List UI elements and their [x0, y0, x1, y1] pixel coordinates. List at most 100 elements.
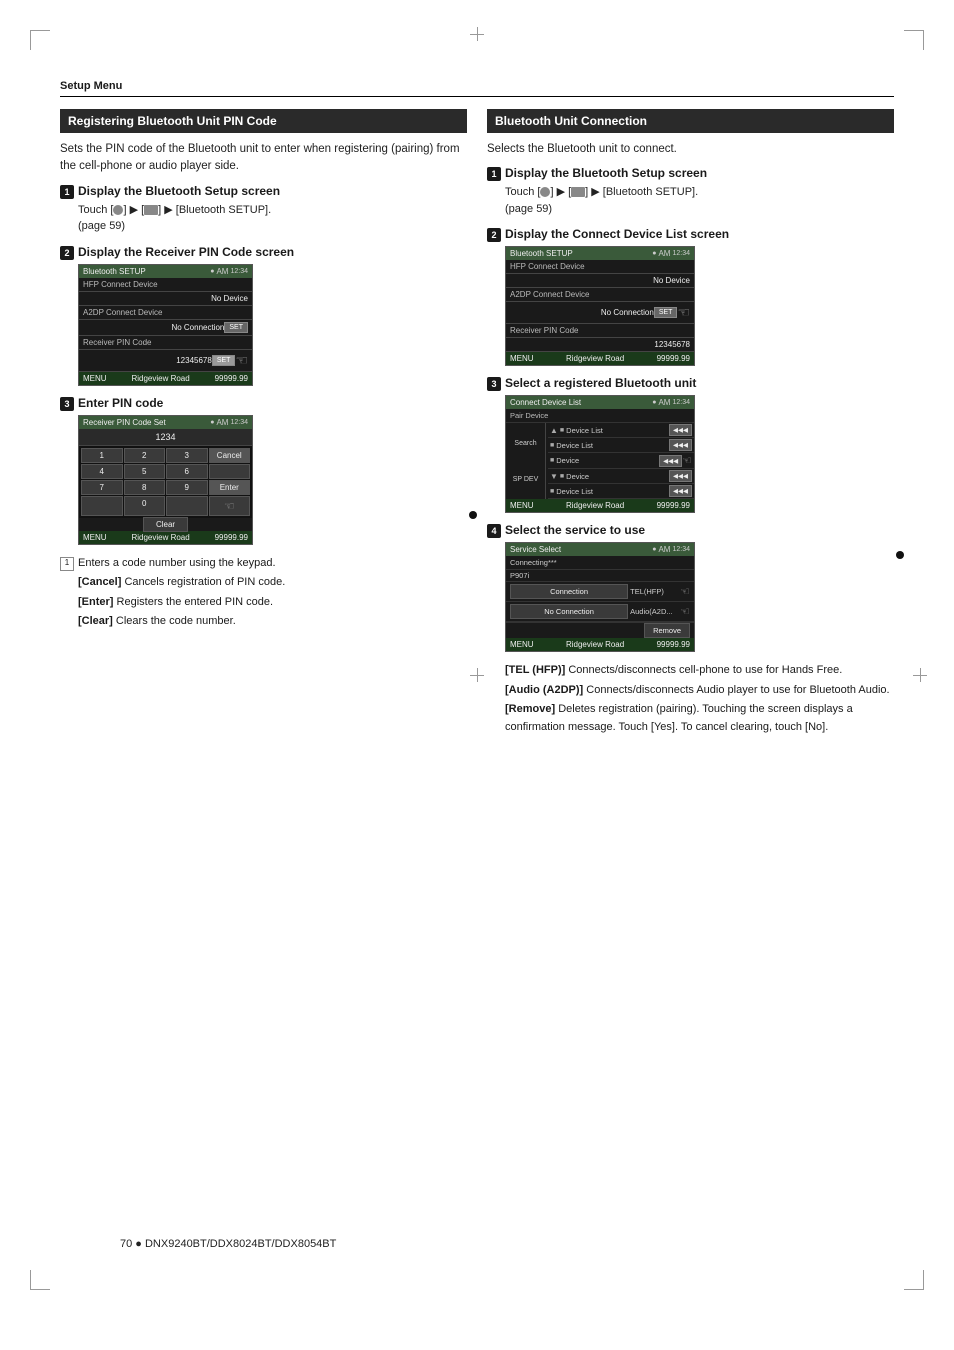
device-btn-2[interactable]: ◀◀◀	[669, 439, 692, 451]
road-label: Ridgeview Road	[131, 374, 189, 383]
svc-connection-row: Connection TEL(HFP) ☜	[506, 582, 694, 602]
note-enter-text: Registers the entered PIN code.	[117, 596, 274, 608]
cross-mark-right	[913, 668, 927, 682]
key-0[interactable]: 0	[124, 496, 166, 516]
r-a2dp-value-row: No Connection SET ☜	[506, 302, 694, 324]
key-9[interactable]: 9	[166, 480, 208, 495]
right-step-3: 3 Select a registered Bluetooth unit Con…	[487, 376, 894, 513]
step-num-2: 2	[60, 246, 74, 260]
left-step-1-body: Touch [] ▶ [] ▶ [Bluetooth SETUP].(page …	[60, 202, 467, 235]
right-step-1-title: Display the Bluetooth Setup screen	[505, 166, 707, 180]
cross-mark-top	[470, 27, 484, 41]
enter-key[interactable]: Enter	[209, 480, 251, 495]
sp-dev-label[interactable]: SP DEV	[508, 474, 543, 485]
mileage-label: 99999.99	[215, 374, 248, 383]
note-icon-1: 1	[60, 557, 74, 571]
key-empty-4: ☜	[209, 496, 251, 516]
note-audio-text: Connects/disconnects Audio player to use…	[586, 684, 889, 696]
pair-device-label: Pair Device	[506, 409, 694, 423]
key-empty-3	[166, 496, 208, 516]
cdl-status: ●AM12:34	[652, 398, 690, 407]
device-row-1: ▲ ■ Device List ◀◀◀	[548, 423, 694, 438]
audio-a2dp-label: Audio(A2D...	[630, 607, 680, 616]
device-btn-1[interactable]: ◀◀◀	[669, 424, 692, 436]
right-section-desc: Selects the Bluetooth unit to connect.	[487, 141, 894, 158]
pin-road-label: Ridgeview Road	[131, 533, 189, 542]
key-7[interactable]: 7	[81, 480, 123, 495]
key-6[interactable]: 6	[166, 464, 208, 479]
key-3[interactable]: 3	[166, 448, 208, 463]
pin-menu-label: MENU	[83, 533, 107, 542]
hand-cursor-r: ☜	[677, 304, 690, 321]
r-bt-screen-bottom: MENU Ridgeview Road 99999.99	[506, 352, 694, 365]
right-step-2: 2 Display the Connect Device List screen…	[487, 227, 894, 366]
connection-button[interactable]: Connection	[510, 584, 628, 599]
pin-screen-title-bar: Receiver PIN Code Set ●AM12:34	[79, 416, 252, 429]
cdl-screen-bottom: MENU Ridgeview Road 99999.99	[506, 499, 694, 512]
right-column: Bluetooth Unit Connection Selects the Bl…	[487, 109, 894, 739]
device-btn-4[interactable]: ◀◀◀	[669, 470, 692, 482]
pin-status-icons: ●AM12:34	[210, 418, 248, 427]
pin-value-row: 12345678 SET ☜	[79, 350, 252, 372]
right-notes: [TEL (HFP)] Connects/disconnects cell-ph…	[487, 662, 894, 736]
left-notes: 1 Enters a code number using the keypad.…	[60, 555, 467, 631]
note-1: 1 Enters a code number using the keypad.	[60, 555, 467, 573]
set-btn-a2dp[interactable]: SET	[224, 322, 248, 333]
tel-hfp-label: TEL(HFP)	[630, 587, 680, 596]
corner-mark-bl	[30, 1270, 50, 1290]
left-section-desc: Sets the PIN code of the Bluetooth unit …	[60, 141, 467, 176]
note-cancel-text: Cancels registration of PIN code.	[124, 576, 285, 588]
hfp-value-row: No Device	[79, 292, 252, 306]
bt-screen-bottom: MENU Ridgeview Road 99999.99	[79, 372, 252, 385]
key-1[interactable]: 1	[81, 448, 123, 463]
step-num-1: 1	[60, 185, 74, 199]
set-btn-pin[interactable]: SET	[212, 355, 236, 366]
clear-button[interactable]: Clear	[143, 517, 188, 532]
hand-cursor-1: ☜	[235, 352, 248, 369]
device-row-3: ■ Device ◀◀◀ ☜	[548, 453, 694, 469]
left-section-title: Registering Bluetooth Unit PIN Code	[60, 109, 467, 133]
no-connection-button[interactable]: No Connection	[510, 604, 628, 619]
right-step-1-body: Touch [] ▶ [] ▶ [Bluetooth SETUP].(page …	[487, 184, 894, 217]
right-step-num-1: 1	[487, 167, 501, 181]
note-remove-text: Deletes registration (pairing). Touching…	[505, 703, 853, 733]
r-set-btn-a2dp[interactable]: SET	[654, 307, 678, 318]
bt-screen-r-status: ●AM12:34	[652, 249, 690, 258]
svc-connecting-label: Connecting***	[506, 556, 694, 570]
bt-setup-screen-right: Bluetooth SETUP ●AM12:34 HFP Connect Dev…	[505, 246, 695, 366]
note-audio-key: [Audio (A2DP)]	[505, 684, 583, 696]
svc-no-connection-row: No Connection Audio(A2D... ☜	[506, 602, 694, 622]
key-8[interactable]: 8	[124, 480, 166, 495]
note-enter: [Enter] Registers the entered PIN code.	[60, 594, 467, 612]
key-5[interactable]: 5	[124, 464, 166, 479]
key-2[interactable]: 2	[124, 448, 166, 463]
note-clear-key: [Clear]	[78, 615, 113, 627]
pin-clear-row: Clear	[79, 518, 252, 531]
note-remove-key: [Remove]	[505, 703, 555, 715]
left-step-2-title: Display the Receiver PIN Code screen	[78, 245, 294, 259]
key-empty-2	[81, 496, 123, 516]
cancel-key[interactable]: Cancel	[209, 448, 251, 463]
corner-mark-br	[904, 1270, 924, 1290]
right-step-1: 1 Display the Bluetooth Setup screen Tou…	[487, 166, 894, 217]
remove-button[interactable]: Remove	[644, 623, 690, 638]
svc-title-bar: Service Select ●AM12:34	[506, 543, 694, 556]
device-row-2: ■ Device List ◀◀◀	[548, 438, 694, 453]
search-label[interactable]: Search	[508, 438, 543, 449]
cdl-title-bar: Connect Device List ●AM12:34	[506, 396, 694, 409]
pin-mileage-label: 99999.99	[215, 533, 248, 542]
corner-mark-tr	[904, 30, 924, 50]
r-road-label: Ridgeview Road	[566, 354, 624, 363]
menu-label: MENU	[83, 374, 107, 383]
service-select-screen: Service Select ●AM12:34 Connecting*** P9…	[505, 542, 695, 652]
key-4[interactable]: 4	[81, 464, 123, 479]
left-column: Registering Bluetooth Unit PIN Code Sets…	[60, 109, 467, 739]
note-enter-key: [Enter]	[78, 596, 113, 608]
device-row-5: ■ Device List ◀◀◀	[548, 484, 694, 499]
hand-cursor-3: ☜	[682, 454, 692, 467]
hand-cursor-4: ☜	[680, 585, 690, 598]
device-btn-3[interactable]: ◀◀◀	[659, 455, 682, 467]
note-clear-text: Clears the code number.	[116, 615, 236, 627]
device-btn-5[interactable]: ◀◀◀	[669, 485, 692, 497]
corner-mark-tl	[30, 30, 50, 50]
